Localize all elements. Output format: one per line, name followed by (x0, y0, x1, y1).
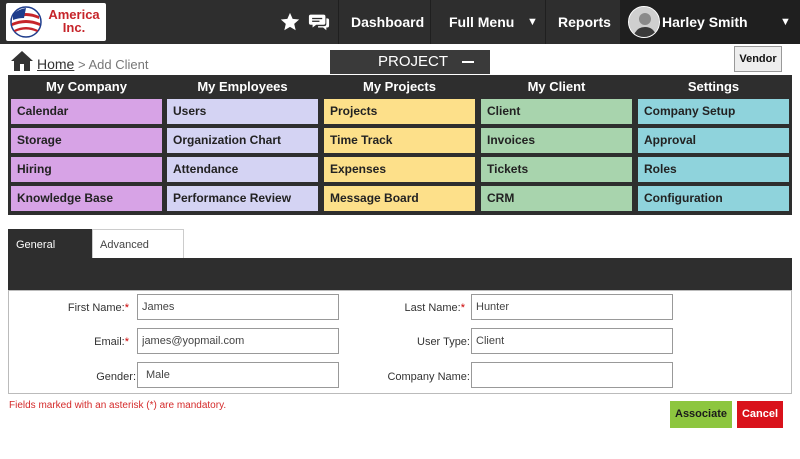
mega-menu: My Company Calendar Storage Hiring Knowl… (8, 75, 792, 215)
first-name-label: First Name:* (9, 302, 129, 314)
first-name-label-text: First Name: (67, 302, 125, 314)
breadcrumb-separator: > (74, 57, 89, 72)
menu-item-approval[interactable]: Approval (638, 128, 789, 153)
chat-icon[interactable] (308, 11, 330, 33)
email-field[interactable] (137, 328, 339, 354)
company-name-field[interactable] (471, 362, 673, 388)
top-navigation-bar: America Inc. Dashboard Full Menu ▼ Repor… (0, 0, 800, 44)
first-name-field[interactable] (137, 294, 339, 320)
cancel-button[interactable]: Cancel (737, 401, 783, 428)
brand-logo[interactable]: America Inc. (6, 3, 106, 41)
email-label-text: Email: (94, 336, 125, 348)
mandatory-fields-note: Fields marked with an asterisk (*) are m… (9, 400, 227, 411)
home-icon[interactable] (10, 50, 34, 72)
nav-separator (430, 0, 431, 44)
menu-item-calendar[interactable]: Calendar (11, 99, 162, 124)
menu-item-message-board[interactable]: Message Board (324, 186, 475, 211)
user-type-label: User Type: (417, 336, 470, 348)
required-asterisk: * (124, 302, 129, 314)
user-menu[interactable]: Harley Smith ▼ (620, 0, 800, 44)
star-icon[interactable] (279, 11, 301, 33)
last-name-label: Last Name:* (345, 302, 465, 314)
menu-heading[interactable]: My Employees (167, 75, 318, 99)
nav-separator (338, 0, 339, 44)
required-asterisk: * (460, 302, 465, 314)
menu-column-settings: Settings Company Setup Approval Roles Co… (638, 75, 789, 215)
user-name: Harley Smith (662, 14, 748, 30)
menu-item-crm[interactable]: CRM (481, 186, 632, 211)
last-name-label-text: Last Name: (404, 302, 461, 314)
menu-item-performance-review[interactable]: Performance Review (167, 186, 318, 211)
last-name-field[interactable] (471, 294, 673, 320)
menu-item-tickets[interactable]: Tickets (481, 157, 632, 182)
nav-reports[interactable]: Reports (558, 0, 611, 44)
menu-column-my-client: My Client Client Invoices Tickets CRM (481, 75, 632, 215)
flag-globe-icon (10, 6, 42, 38)
nav-full-menu[interactable]: Full Menu (449, 0, 514, 44)
menu-item-storage[interactable]: Storage (11, 128, 162, 153)
avatar (628, 6, 660, 38)
tab-general-settings[interactable]: General Settings (8, 229, 92, 281)
tab-advanced-settings[interactable]: Advanced Settings (92, 229, 184, 281)
menu-heading[interactable]: My Client (481, 75, 632, 99)
client-form: First Name:* Email:* Gender: Last Name:*… (8, 290, 792, 394)
gender-select[interactable] (137, 362, 339, 388)
brand-name: America Inc. (44, 8, 104, 34)
menu-item-time-track[interactable]: Time Track (324, 128, 475, 153)
vendor-button[interactable]: Vendor (734, 46, 782, 72)
user-type-select[interactable] (471, 328, 673, 354)
email-label: Email:* (9, 336, 129, 348)
project-tab-label: PROJECT (378, 53, 449, 70)
menu-column-my-company: My Company Calendar Storage Hiring Knowl… (11, 75, 162, 215)
menu-heading[interactable]: Settings (638, 75, 789, 99)
company-name-label: Company Name: (387, 371, 470, 383)
brand-line-2: Inc. (62, 20, 86, 35)
collapse-icon[interactable] (462, 61, 474, 63)
gender-label: Gender: (96, 371, 136, 383)
menu-item-configuration[interactable]: Configuration (638, 186, 789, 211)
breadcrumb-home-link[interactable]: Home (37, 56, 74, 72)
menu-item-expenses[interactable]: Expenses (324, 157, 475, 182)
menu-item-projects[interactable]: Projects (324, 99, 475, 124)
menu-item-organization-chart[interactable]: Organization Chart (167, 128, 318, 153)
menu-column-my-employees: My Employees Users Organization Chart At… (167, 75, 318, 215)
menu-item-company-setup[interactable]: Company Setup (638, 99, 789, 124)
project-panel-tab[interactable]: PROJECT (330, 50, 490, 74)
menu-item-attendance[interactable]: Attendance (167, 157, 318, 182)
menu-item-client[interactable]: Client (481, 99, 632, 124)
associate-button[interactable]: Associate (670, 401, 732, 428)
tab-header-band (8, 258, 792, 290)
menu-item-users[interactable]: Users (167, 99, 318, 124)
menu-item-hiring[interactable]: Hiring (11, 157, 162, 182)
required-asterisk: * (124, 336, 129, 348)
menu-heading[interactable]: My Company (11, 75, 162, 99)
menu-item-roles[interactable]: Roles (638, 157, 789, 182)
user-avatar-icon (629, 7, 659, 37)
menu-heading[interactable]: My Projects (324, 75, 475, 99)
nav-dashboard[interactable]: Dashboard (351, 0, 424, 44)
menu-column-my-projects: My Projects Projects Time Track Expenses… (324, 75, 475, 215)
breadcrumb-current: Add Client (88, 57, 149, 72)
menu-item-invoices[interactable]: Invoices (481, 128, 632, 153)
menu-item-knowledge-base[interactable]: Knowledge Base (11, 186, 162, 211)
breadcrumb: Home > Add Client (37, 56, 148, 72)
chevron-down-icon[interactable]: ▼ (527, 0, 538, 44)
chevron-down-icon[interactable]: ▼ (780, 0, 791, 44)
nav-separator (545, 0, 546, 44)
